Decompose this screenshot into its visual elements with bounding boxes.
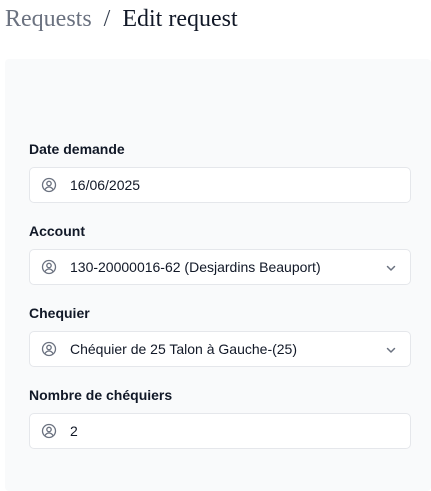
- user-circle-icon: [41, 259, 57, 275]
- page-title: Edit request: [122, 6, 238, 32]
- chequier-value: Chéquier de 25 Talon à Gauche-(25): [70, 341, 298, 357]
- chequier-select[interactable]: Chéquier de 25 Talon à Gauche-(25): [29, 331, 411, 367]
- breadcrumb: Requests / Edit request: [5, 4, 238, 34]
- account-label: Account: [29, 223, 85, 239]
- nombre-chequiers-label: Nombre de chéquiers: [29, 387, 173, 403]
- date-demande-field[interactable]: 16/06/2025: [29, 167, 411, 203]
- user-circle-icon: [41, 341, 57, 357]
- account-select[interactable]: 130-20000016-62 (Desjardins Beauport): [29, 249, 411, 285]
- nombre-chequiers-input[interactable]: 2: [29, 413, 411, 449]
- date-demande-label: Date demande: [29, 141, 125, 157]
- chevron-down-icon[interactable]: [384, 261, 398, 275]
- user-circle-icon: [41, 177, 57, 193]
- breadcrumb-separator: /: [103, 6, 111, 32]
- chevron-down-icon[interactable]: [384, 343, 398, 357]
- breadcrumb-link-requests[interactable]: Requests: [5, 4, 92, 34]
- user-circle-icon: [41, 423, 57, 439]
- nombre-chequiers-value: 2: [70, 423, 78, 439]
- edit-request-form: Date demande 16/06/2025 Account 130-2000…: [5, 59, 431, 491]
- chequier-label: Chequier: [29, 305, 90, 321]
- account-value: 130-20000016-62 (Desjardins Beauport): [70, 259, 321, 275]
- date-demande-value: 16/06/2025: [70, 177, 141, 193]
